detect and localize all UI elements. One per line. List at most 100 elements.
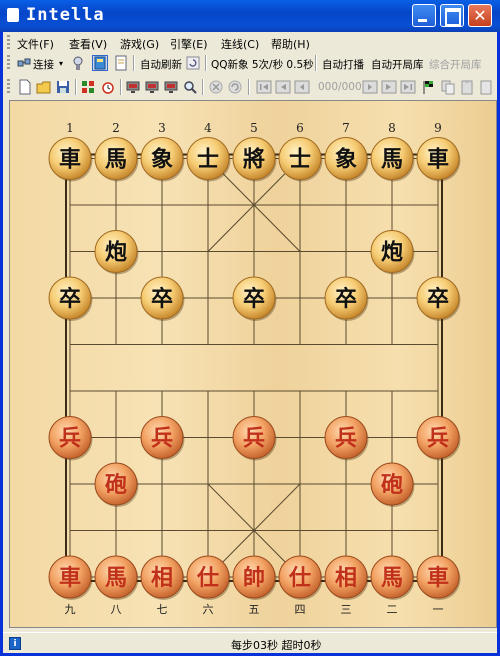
- black-piece[interactable]: 象: [324, 137, 369, 182]
- step-forward-icon[interactable]: [362, 79, 378, 95]
- menu-game[interactable]: 游戏(G): [120, 36, 159, 52]
- red-piece[interactable]: 兵: [416, 416, 461, 461]
- black-piece[interactable]: 車: [48, 137, 93, 182]
- connect-dropdown-icon[interactable]: ▾: [59, 59, 63, 68]
- xiangqi-board[interactable]: 123456789九八七六五四三二一車馬象士將士象馬車炮炮卒卒卒卒卒兵兵兵兵兵砲…: [9, 100, 497, 628]
- piece-label: 相: [151, 565, 173, 591]
- black-piece[interactable]: 炮: [94, 230, 139, 275]
- black-piece[interactable]: 車: [416, 137, 461, 182]
- black-piece[interactable]: 炮: [370, 230, 415, 275]
- menu-connect[interactable]: 连线(C): [221, 36, 259, 52]
- monitor-icon[interactable]: [125, 79, 141, 95]
- red-piece[interactable]: 兵: [324, 416, 369, 461]
- engine-icon[interactable]: [70, 55, 86, 71]
- menu-engine[interactable]: 引擎(E): [170, 36, 208, 52]
- file-label-top: 5: [250, 121, 258, 135]
- app-window: Intella ✕ 文件(F) 查看(V) 游戏(G) 引擎(E) 连线(C) …: [0, 0, 500, 656]
- red-piece[interactable]: 砲: [370, 462, 415, 507]
- menu-bar: 文件(F) 查看(V) 游戏(G) 引擎(E) 连线(C) 帮助(H): [3, 32, 497, 52]
- black-piece[interactable]: 將: [232, 137, 277, 182]
- step-back-icon[interactable]: [294, 79, 310, 95]
- black-piece[interactable]: 卒: [48, 276, 93, 321]
- menubar-grip[interactable]: [7, 35, 10, 49]
- title-bar[interactable]: Intella ✕: [0, 0, 500, 32]
- red-piece[interactable]: 砲: [94, 462, 139, 507]
- board-view-icon[interactable]: [92, 55, 108, 71]
- black-piece[interactable]: 士: [186, 137, 231, 182]
- piece-label: 馬: [105, 147, 127, 173]
- piece-label: 兵: [243, 426, 265, 452]
- monitor2-icon[interactable]: [144, 79, 160, 95]
- file-label-bottom: 三: [341, 603, 352, 616]
- next-move-icon[interactable]: [381, 79, 397, 95]
- red-piece[interactable]: 兵: [48, 416, 93, 461]
- close-icon: ✕: [473, 6, 487, 25]
- menu-help[interactable]: 帮助(H): [271, 36, 310, 52]
- auto-refresh-button[interactable]: 自动刷新: [140, 57, 182, 72]
- piece-label: 仕: [196, 565, 219, 591]
- save-icon[interactable]: [55, 79, 71, 95]
- red-piece[interactable]: 馬: [94, 555, 139, 600]
- red-piece[interactable]: 兵: [140, 416, 185, 461]
- black-piece[interactable]: 馬: [370, 137, 415, 182]
- menu-view[interactable]: 查看(V): [69, 36, 107, 52]
- red-piece[interactable]: 車: [48, 555, 93, 600]
- piece-label: 將: [243, 147, 265, 173]
- monitor3-icon[interactable]: [163, 79, 179, 95]
- toolbar-grip[interactable]: [7, 55, 10, 71]
- prev-move-icon[interactable]: [275, 79, 291, 95]
- toolbar2-grip[interactable]: [7, 79, 10, 95]
- black-piece[interactable]: 象: [140, 137, 185, 182]
- undo-icon[interactable]: [227, 79, 243, 95]
- piece-label: 兵: [335, 426, 357, 452]
- maximize-button[interactable]: [440, 4, 464, 27]
- paste-icon[interactable]: [459, 79, 475, 95]
- app-icon[interactable]: [7, 8, 19, 22]
- red-piece[interactable]: 車: [416, 555, 461, 600]
- red-piece[interactable]: 仕: [278, 555, 323, 600]
- black-piece[interactable]: 卒: [416, 276, 461, 321]
- red-piece[interactable]: 帥: [232, 555, 277, 600]
- black-piece[interactable]: 卒: [324, 276, 369, 321]
- refresh-icon[interactable]: [185, 55, 201, 71]
- auto-book-button[interactable]: 自动开局库: [371, 57, 424, 72]
- piece-label: 士: [289, 147, 311, 173]
- auto-play-button[interactable]: 自动打播: [322, 57, 364, 72]
- red-piece[interactable]: 仕: [186, 555, 231, 600]
- black-piece[interactable]: 卒: [232, 276, 277, 321]
- piece-label: 兵: [151, 426, 173, 452]
- clipboard-icon[interactable]: [478, 79, 494, 95]
- red-piece[interactable]: 兵: [232, 416, 277, 461]
- flag-icon[interactable]: [421, 79, 437, 95]
- piece-label: 砲: [105, 472, 127, 498]
- flip-board-icon[interactable]: [80, 79, 96, 95]
- copy-icon[interactable]: [440, 79, 456, 95]
- piece-label: 馬: [105, 565, 127, 591]
- close-button[interactable]: ✕: [468, 4, 492, 27]
- minimize-button[interactable]: [412, 4, 436, 27]
- menu-file[interactable]: 文件(F): [17, 36, 54, 52]
- search-icon[interactable]: [182, 79, 198, 95]
- black-piece[interactable]: 馬: [94, 137, 139, 182]
- connect-button[interactable]: 连接: [33, 57, 54, 72]
- last-move-icon[interactable]: [400, 79, 416, 95]
- qq-speed-label[interactable]: QQ新象 5次/秒 0.5秒: [211, 57, 314, 72]
- red-piece[interactable]: 相: [140, 555, 185, 600]
- piece-label: 兵: [59, 426, 81, 452]
- piece-label: 象: [151, 147, 173, 173]
- file-label-top: 9: [434, 121, 442, 135]
- first-move-icon[interactable]: [256, 79, 272, 95]
- board-svg[interactable]: 1 2 3 4 5 6 7 8 9九八七六五四三二一車馬象士將士象馬車炮 炮卒卒卒卒卒兵兵兵兵兵砲…: [10, 101, 496, 627]
- file-label-top: 7: [342, 121, 350, 135]
- stop-icon[interactable]: [208, 79, 224, 95]
- open-folder-icon[interactable]: [36, 79, 52, 95]
- document-icon[interactable]: [113, 55, 129, 71]
- combined-book-button[interactable]: 综合开局库: [429, 57, 482, 72]
- red-piece[interactable]: 馬: [370, 555, 415, 600]
- black-piece[interactable]: 士: [278, 137, 323, 182]
- black-piece[interactable]: 卒: [140, 276, 185, 321]
- new-file-icon[interactable]: [17, 79, 33, 95]
- alarm-clock-icon[interactable]: [100, 79, 116, 95]
- piece-label: 馬: [381, 565, 403, 591]
- red-piece[interactable]: 相: [324, 555, 369, 600]
